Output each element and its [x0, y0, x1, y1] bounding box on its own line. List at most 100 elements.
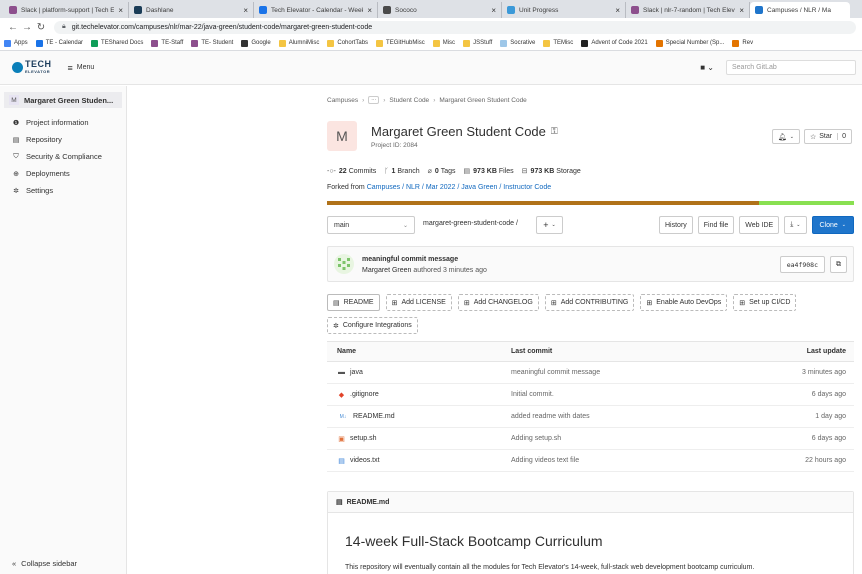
- branch-selector[interactable]: main ⌄: [327, 216, 415, 234]
- bookmark-icon: [91, 39, 99, 47]
- tags-stat[interactable]: ⌀ 0 Tags: [428, 167, 456, 176]
- set-up-ci-cd-button[interactable]: ⊞ Set up CI/CD: [733, 294, 797, 311]
- bookmark-special-number-sp[interactable]: Special Number (Sp...: [655, 39, 724, 47]
- breadcrumb-student-code[interactable]: Student Code: [389, 97, 429, 104]
- history-button[interactable]: History: [659, 216, 693, 234]
- url-field[interactable]: 🔒︎ git.techelevator.com/campuses/nlr/mar…: [54, 20, 856, 34]
- bookmark-cohorttabs[interactable]: CohortTabs: [327, 39, 368, 47]
- bookmark-jsstuff[interactable]: JSStuff: [463, 39, 492, 47]
- forward-icon[interactable]: →: [20, 22, 34, 33]
- file-last-commit[interactable]: meaningful commit message: [511, 369, 600, 376]
- file-last-commit[interactable]: Initial commit.: [511, 391, 554, 398]
- breadcrumb-current-project[interactable]: Margaret Green Student Code: [439, 97, 526, 104]
- browser-tab[interactable]: Dashlane ×: [129, 2, 254, 18]
- table-row: M↓ README.md added readme with dates 1 day …: [327, 406, 854, 428]
- bookmark-google[interactable]: Google: [241, 39, 271, 47]
- file-icon: ▤: [336, 499, 343, 506]
- author-avatar[interactable]: [334, 254, 354, 274]
- bookmark-alumnimisc[interactable]: AlumniMisc: [278, 39, 319, 47]
- bookmark-te-student[interactable]: TE- Student: [191, 39, 233, 47]
- branches-stat[interactable]: ᚴ 1 Branch: [384, 167, 419, 175]
- bookmark-tegithubmisc[interactable]: TEGitHubMisc: [376, 39, 425, 47]
- readme-button[interactable]: ▤ README: [327, 294, 380, 311]
- bookmark-apps[interactable]: Apps: [4, 39, 28, 47]
- browser-tab[interactable]: Campuses / NLR / Ma: [750, 2, 850, 18]
- language-segment-shell[interactable]: [759, 201, 854, 205]
- file-last-commit[interactable]: Adding setup.sh: [511, 435, 561, 442]
- close-tab-icon[interactable]: ×: [491, 6, 496, 15]
- sidebar-item-repository[interactable]: ▤ Repository: [0, 131, 126, 148]
- bookmark-advent-of-code-2021[interactable]: Advent of Code 2021: [581, 39, 648, 47]
- configure-integrations-button[interactable]: ✲ Configure Integrations: [327, 317, 418, 334]
- forked-source-link[interactable]: Campuses / NLR / Mar 2022 / Java Green /…: [367, 184, 551, 191]
- files-stat[interactable]: ▤ 973 KB Files: [464, 167, 514, 176]
- find-file-button[interactable]: Find file: [697, 216, 735, 234]
- file-name-cell[interactable]: ▬ java: [337, 369, 363, 376]
- bookmark-te-calendar[interactable]: TE - Calendar: [35, 39, 83, 47]
- bookmark-temisc[interactable]: TEMisc: [543, 39, 573, 47]
- close-tab-icon[interactable]: ×: [243, 6, 248, 15]
- browser-tab[interactable]: Slack | platform-support | Tech E ×: [4, 2, 129, 18]
- sidebar-project-item[interactable]: M Margaret Green Studen...: [4, 92, 122, 108]
- file-name-cell[interactable]: ▤ videos.txt: [337, 457, 379, 465]
- bookmark-rev[interactable]: Rev: [732, 39, 754, 47]
- commits-stat[interactable]: -○- 22 Commits: [327, 167, 376, 175]
- download-dropdown[interactable]: ⤓ ⌄: [784, 216, 807, 234]
- new-item-dropdown[interactable]: ■ ⌄: [700, 63, 714, 72]
- bookmark-teshared-docs[interactable]: TEShared Docs: [91, 39, 143, 47]
- reload-icon[interactable]: ↻: [34, 22, 48, 33]
- bookmark-te-staff[interactable]: TE-Staff: [151, 39, 183, 47]
- clone-dropdown[interactable]: Clone ⌄: [811, 216, 854, 234]
- repo-path[interactable]: margaret-green-student-code /: [423, 220, 518, 227]
- commits-count: 22: [338, 167, 347, 175]
- sidebar-item-label: Deployments: [26, 169, 70, 178]
- browser-tab[interactable]: Slack | nlr-7-random | Tech Elev ×: [626, 2, 750, 18]
- sidebar-item-deployments[interactable]: ⊕ Deployments: [0, 165, 126, 182]
- close-tab-icon[interactable]: ×: [118, 6, 123, 15]
- notification-button[interactable]: 🔔︎ ⌄: [771, 129, 800, 144]
- file-icon: ▤: [333, 299, 340, 307]
- bookmark-label: Rev: [742, 40, 754, 46]
- star-count[interactable]: 0: [837, 133, 846, 140]
- back-icon[interactable]: ←: [6, 22, 20, 33]
- close-tab-icon[interactable]: ×: [615, 6, 620, 15]
- close-tab-icon[interactable]: ×: [739, 6, 744, 15]
- file-name-cell[interactable]: M↓ README.md: [337, 413, 395, 420]
- browser-tab[interactable]: Tech Elevator - Calendar - Week ×: [254, 2, 378, 18]
- copy-sha-button[interactable]: ⧉: [830, 256, 847, 273]
- file-name-cell[interactable]: ▣ setup.sh: [337, 435, 376, 443]
- commit-author[interactable]: Margaret Green: [362, 267, 411, 274]
- add-to-tree-dropdown[interactable]: + ⌄: [536, 216, 563, 234]
- close-tab-icon[interactable]: ×: [367, 6, 372, 15]
- sidebar-item-settings[interactable]: ✲ Settings: [0, 182, 126, 199]
- language-segment-java[interactable]: [327, 201, 760, 205]
- project-title: Margaret Green Student Code ⚿: [371, 124, 558, 139]
- search-input[interactable]: Search GitLab: [726, 60, 856, 75]
- tech-elevator-logo[interactable]: TECH ELEVATOR: [12, 59, 52, 76]
- collapse-sidebar-button[interactable]: « Collapse sidebar: [12, 559, 77, 568]
- browser-tab[interactable]: Sococo ×: [378, 2, 502, 18]
- menu-button[interactable]: ≡ Menu: [68, 63, 95, 73]
- file-name-cell[interactable]: ◆ .gitignore: [337, 391, 379, 399]
- file-last-commit[interactable]: added readme with dates: [511, 413, 590, 420]
- sidebar-item-security-compliance[interactable]: ⛉ Security & Compliance: [0, 148, 126, 165]
- storage-stat[interactable]: ⊟ 973 KB Storage: [522, 167, 581, 176]
- browser-tab[interactable]: Unit Progress ×: [502, 2, 626, 18]
- bookmark-misc[interactable]: Misc: [432, 39, 455, 47]
- add-changelog-button[interactable]: ⊞ Add CHANGELOG: [457, 294, 539, 311]
- readme-filename[interactable]: README.md: [347, 499, 390, 506]
- web-ide-button[interactable]: Web IDE: [739, 216, 780, 234]
- add-license-button[interactable]: ⊞ Add LICENSE: [385, 294, 452, 311]
- star-button[interactable]: ☆ Star 0: [803, 129, 852, 144]
- sidebar-item-project-information[interactable]: ❶ Project information: [0, 114, 126, 131]
- breadcrumb-campuses[interactable]: Campuses: [327, 97, 358, 104]
- add-contributing-button[interactable]: ⊞ Add CONTRIBUTING: [544, 294, 635, 311]
- breadcrumb-expand-button[interactable]: ···: [368, 96, 380, 104]
- tab-favicon-icon: [134, 6, 142, 14]
- bookmark-socrative[interactable]: Socrative: [500, 39, 535, 47]
- commit-sha[interactable]: ea4f908c: [779, 256, 825, 273]
- enable-auto-devops-button[interactable]: ⊞ Enable Auto DevOps: [640, 294, 728, 311]
- storage-size: 973 KB: [530, 167, 555, 175]
- file-last-commit[interactable]: Adding videos text file: [511, 457, 579, 464]
- commit-message[interactable]: meaningful commit message: [362, 256, 458, 263]
